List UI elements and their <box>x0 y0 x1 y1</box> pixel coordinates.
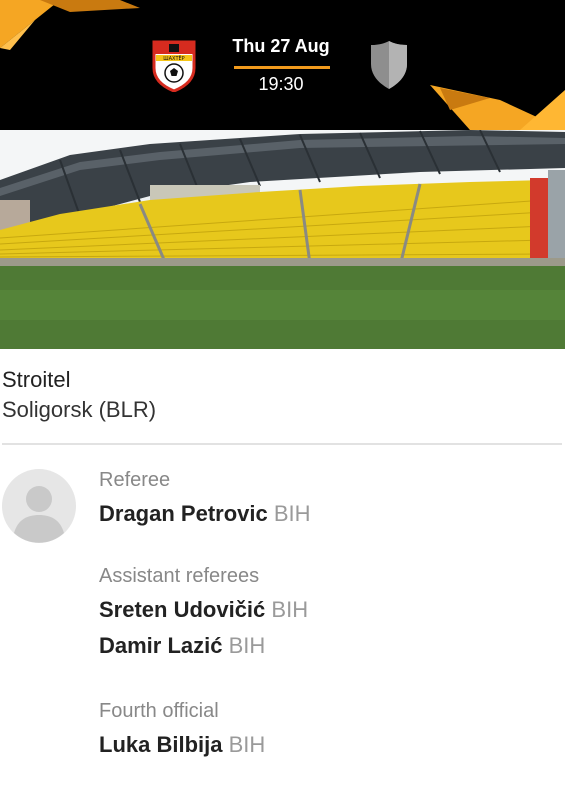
referee-avatar-icon <box>2 469 76 543</box>
decorative-streak-bottom-right <box>430 85 565 130</box>
referee-name: Dragan Petrovic <box>99 501 268 526</box>
home-team-crest-icon[interactable]: ШАХТЁР <box>150 38 198 92</box>
assistant-referee-name: Damir Lazić <box>99 633 223 658</box>
fourth-official-entry[interactable]: Luka Bilbija BIH <box>99 730 265 760</box>
home-crest-label: ШАХТЁР <box>163 55 184 62</box>
assistant-referee-name: Sreten Udovičić <box>99 597 266 622</box>
decorative-streak-top-left <box>0 0 140 50</box>
assistant-referee-entry[interactable]: Damir Lazić BIH <box>99 631 265 661</box>
fourth-official-name: Luka Bilbija <box>99 732 223 757</box>
referee-label: Referee <box>99 469 171 491</box>
venue-section: Stroitel Soligorsk (BLR) <box>0 349 565 443</box>
assistant-referees-label: Assistant referees <box>99 565 260 587</box>
referee-country: BIH <box>273 501 311 526</box>
assistant-referee-entry[interactable]: Sreten Udovičić BIH <box>99 595 308 625</box>
fourth-official-country: BIH <box>228 732 266 757</box>
venue-name: Stroitel <box>2 367 71 392</box>
venue-city: Soligorsk (BLR) <box>2 397 157 422</box>
officials-section: Referee Dragan Petrovic BIH Assistant re… <box>0 445 565 782</box>
header-divider <box>234 66 330 69</box>
assistant-referee-country: BIH <box>228 633 266 658</box>
fourth-official-label: Fourth official <box>99 700 219 722</box>
assistant-referee-country: BIH <box>271 597 309 622</box>
match-time: 19:30 <box>258 74 304 94</box>
referee-entry[interactable]: Dragan Petrovic BIH <box>99 499 311 529</box>
match-date: Thu 27 Aug <box>232 36 330 56</box>
stadium-photo <box>0 130 565 349</box>
match-header: ШАХТЁР Thu 27 Aug 19:30 <box>0 0 565 130</box>
away-team-shield-icon[interactable] <box>368 40 410 90</box>
